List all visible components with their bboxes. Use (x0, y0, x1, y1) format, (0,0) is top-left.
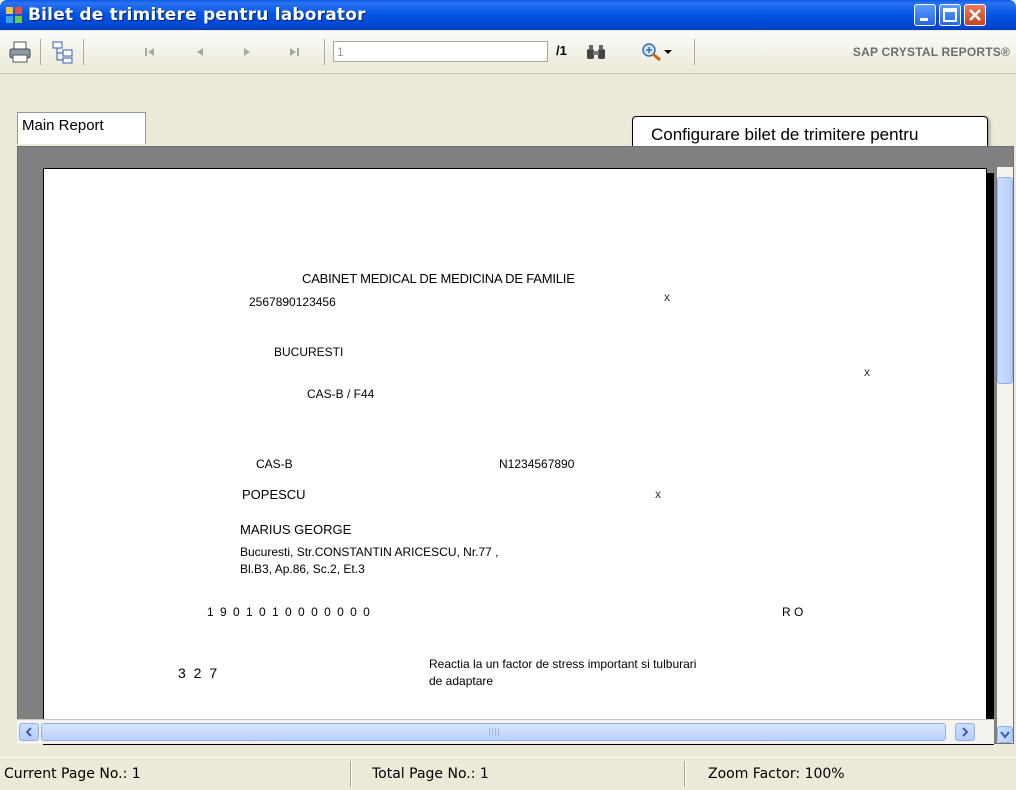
report-mark: x (864, 365, 870, 379)
title-bar[interactable]: Bilet de trimitere pentru laborator (0, 0, 1016, 30)
status-separator (684, 761, 686, 787)
report-card-number: N1234567890 (499, 457, 575, 471)
toolbar-separator (324, 39, 325, 65)
scroll-down-button[interactable] (997, 726, 1013, 743)
previous-page-button[interactable] (190, 40, 210, 64)
report-viewer-area[interactable]: CABINET MEDICAL DE MEDICINA DE FAMILIE 2… (17, 146, 1014, 745)
find-button[interactable] (583, 40, 609, 64)
report-page: CABINET MEDICAL DE MEDICINA DE FAMILIE 2… (43, 168, 987, 745)
group-tree-icon (52, 41, 73, 64)
report-country: R O (782, 605, 804, 619)
status-bar: Current Page No.: 1 Total Page No.: 1 Zo… (0, 757, 1016, 790)
close-icon (969, 9, 981, 21)
print-icon (9, 41, 31, 63)
chevron-down-icon (1000, 730, 1010, 739)
report-first-name: MARIUS GEORGE (240, 522, 352, 537)
report-diagnosis-line2: de adaptare (429, 674, 494, 688)
report-city: BUCURESTI (274, 345, 344, 359)
page-total-label: /1 (556, 43, 567, 58)
last-page-button[interactable] (284, 40, 304, 64)
next-page-icon (244, 48, 250, 56)
previous-page-icon (197, 48, 203, 56)
window-title: Bilet de trimitere pentru laborator (28, 5, 366, 25)
report-cabinet: CABINET MEDICAL DE MEDICINA DE FAMILIE (302, 271, 575, 286)
minimize-icon (920, 18, 928, 21)
group-tree-button[interactable] (50, 40, 76, 64)
report-address-line1: Bucuresti, Str.CONSTANTIN ARICESCU, Nr.7… (240, 545, 499, 559)
report-cnp: 1 9 0 1 0 1 0 0 0 0 0 0 0 (207, 605, 371, 619)
status-current-page: Current Page No.: 1 (4, 766, 141, 782)
first-page-button[interactable] (140, 40, 160, 64)
maximize-icon (943, 8, 957, 22)
scroll-right-button[interactable] (955, 723, 975, 741)
horizontal-scrollbar[interactable] (17, 719, 994, 744)
report-mark: x (655, 487, 661, 501)
report-code: 2567890123456 (249, 295, 336, 309)
scroll-left-button[interactable] (19, 723, 39, 741)
page-shadow (987, 173, 994, 745)
tab-main-report[interactable]: Main Report (17, 112, 146, 144)
chevron-right-icon (962, 727, 969, 737)
chevron-left-icon (25, 727, 32, 737)
first-page-icon (145, 48, 154, 56)
report-cas: CAS-B (256, 457, 293, 471)
chevron-down-icon (664, 50, 672, 54)
status-zoom: Zoom Factor: 100% (708, 766, 845, 782)
report-address-line2: Bl.B3, Ap.86, Sc.2, Et.3 (240, 562, 365, 576)
report-viewer-window: Bilet de trimitere pentru laborator 1 /1… (0, 0, 1016, 790)
next-page-button[interactable] (237, 40, 257, 64)
status-total-page: Total Page No.: 1 (372, 766, 489, 782)
last-page-icon (290, 48, 299, 56)
vertical-scroll-thumb[interactable] (997, 177, 1013, 384)
toolbar-separator (83, 39, 84, 65)
zoom-icon (642, 43, 661, 62)
report-diagnosis-code: 3 2 7 (178, 665, 218, 681)
maximize-button[interactable] (939, 4, 961, 26)
toolbar-separator (694, 39, 695, 65)
report-cas-form: CAS-B / F44 (307, 387, 375, 401)
page-number-input[interactable] (333, 41, 548, 62)
status-separator (350, 761, 352, 787)
report-diagnosis-line1: Reactia la un factor de stress important… (429, 657, 697, 671)
report-mark: x (664, 290, 670, 304)
brand-label: SAP CRYSTAL REPORTS® (852, 45, 1010, 59)
close-button[interactable] (964, 4, 986, 26)
toolbar-separator (40, 39, 41, 65)
horizontal-scroll-thumb[interactable] (41, 723, 946, 741)
toolbar: /1 SAP CRYSTAL REPORTS® (0, 31, 1016, 74)
print-button[interactable] (6, 40, 34, 64)
find-icon (587, 45, 605, 59)
app-icon (6, 7, 22, 23)
zoom-dropdown[interactable] (636, 40, 678, 64)
report-last-name: POPESCU (242, 487, 306, 502)
minimize-button[interactable] (914, 4, 936, 26)
scroll-grip (488, 728, 499, 736)
vertical-scrollbar[interactable] (997, 167, 1013, 743)
